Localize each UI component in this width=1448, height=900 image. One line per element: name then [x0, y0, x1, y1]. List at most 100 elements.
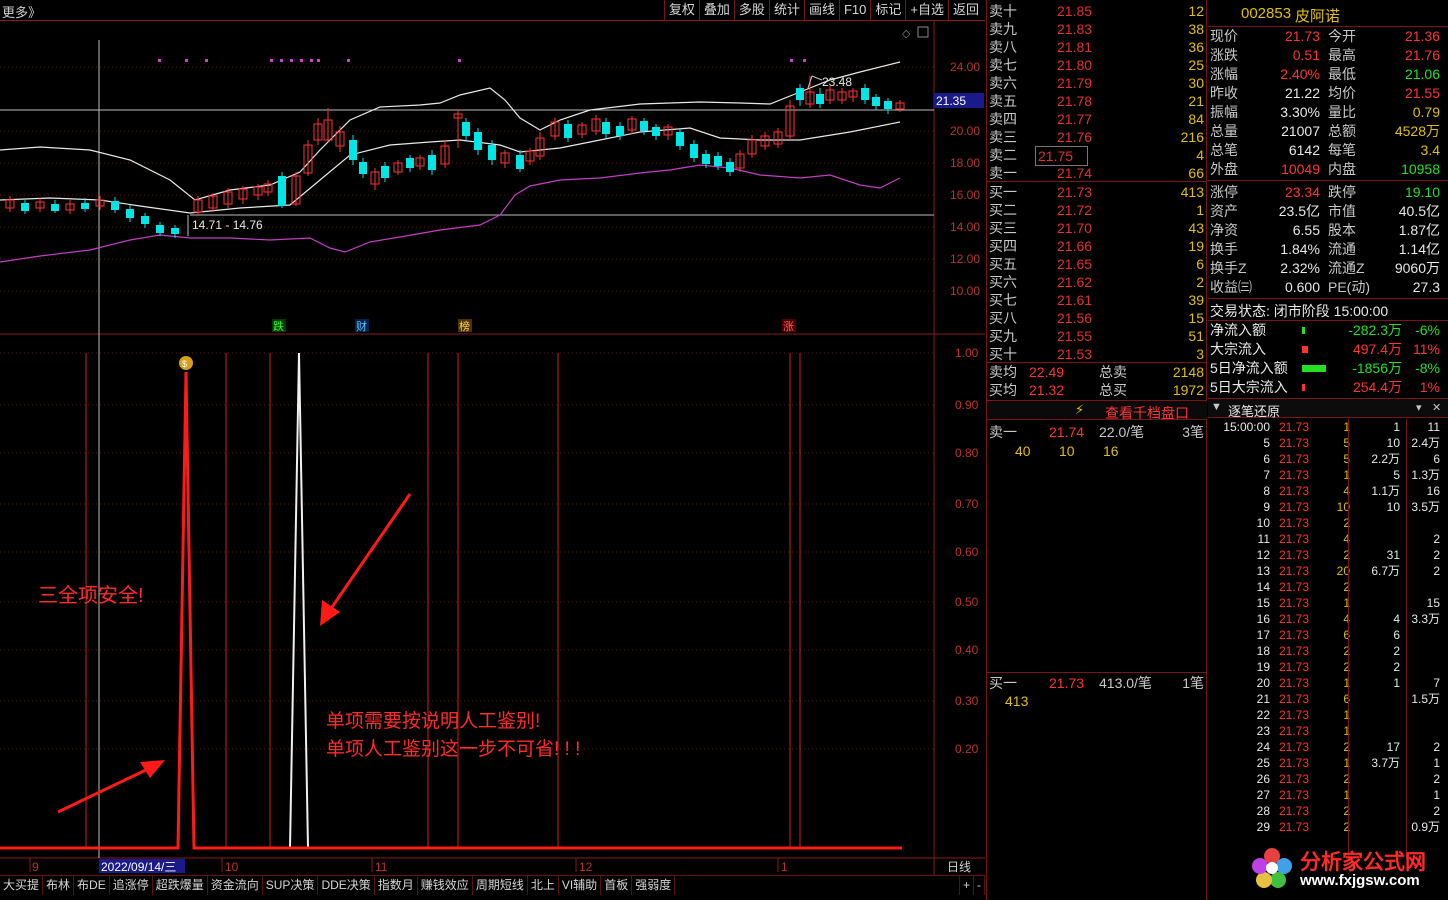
diamond-icon[interactable]: ◇: [902, 28, 911, 40]
flow-bar: [1302, 365, 1326, 372]
quote-value: 0.600: [1284, 279, 1320, 295]
quote-label: 换手: [1210, 241, 1238, 257]
buy-level-row[interactable]: 买九 21.55 51: [987, 327, 1207, 345]
sell-level-row[interactable]: 卖十 21.85 12: [987, 2, 1207, 20]
toolbar-mark-button[interactable]: 标记: [870, 0, 905, 21]
buy-level-row[interactable]: 买十 21.53 3: [987, 345, 1207, 363]
event-marker-fall[interactable]: 跌: [273, 319, 284, 333]
sell-level-row[interactable]: 卖八 21.81 36: [987, 38, 1207, 56]
tick-time: 27: [1256, 788, 1270, 802]
toolbar-back-button[interactable]: 返回: [947, 0, 983, 21]
zoom-in-button[interactable]: +: [958, 876, 974, 895]
quote-value: 23.5亿: [1278, 203, 1320, 219]
annotation-manual-required: 单项人工鉴别这一步不可省! ! !: [326, 738, 580, 760]
level-volume: 1: [1196, 202, 1204, 218]
tick-time: 7: [1263, 468, 1270, 482]
tab-indicator[interactable]: VI辅助: [559, 876, 602, 895]
tab-indicator[interactable]: 大买提: [0, 876, 44, 895]
level-label: 卖五: [989, 93, 1017, 109]
s1-per-order: 22.0/笔: [1099, 424, 1145, 440]
tick-price: 21.73: [1279, 628, 1310, 642]
more-menu[interactable]: 更多》: [2, 2, 41, 21]
event-marker-finance[interactable]: 财: [356, 319, 367, 333]
tab-indicator[interactable]: 超跌爆量: [153, 876, 208, 895]
buy-level-row[interactable]: 买四 21.66 19: [987, 237, 1207, 255]
window-icon[interactable]: [917, 26, 929, 38]
range-label: 14.71 - 14.76: [192, 218, 263, 232]
tab-indicator[interactable]: 强弱度: [632, 876, 676, 895]
tab-indicator[interactable]: 布DE: [74, 876, 110, 895]
quote-label: 今开: [1328, 28, 1356, 44]
toolbar-fuquan-button[interactable]: 复权: [663, 0, 699, 21]
kline-chart-area[interactable]: 24.00 21.35 20.00 18.00 16.00 14.00 12.0…: [0, 21, 985, 878]
sell-level-row[interactable]: 卖二 21.75 4: [987, 146, 1207, 166]
fund-flow-row: 5日大宗流入 254.4万 1%: [1208, 378, 1446, 397]
level-volume: 36: [1188, 39, 1204, 55]
quote-value: 21007: [1281, 123, 1320, 139]
tab-indicator[interactable]: 首板: [601, 876, 633, 895]
ind-tick: 0.30: [955, 694, 979, 708]
tick-row: 14 21.73 2: [1208, 579, 1446, 595]
tab-indicator[interactable]: 资金流向: [208, 876, 263, 895]
collapse-icon[interactable]: ▼: [1211, 401, 1222, 413]
buy-level-row[interactable]: 买六 21.62 2: [987, 273, 1207, 291]
tick-count: 1.1万: [1371, 484, 1400, 498]
tab-indicator[interactable]: DDE决策: [318, 876, 375, 895]
zoom-out-button[interactable]: -: [974, 876, 985, 895]
tab-indicator[interactable]: 北上: [528, 876, 559, 895]
buy-level-row[interactable]: 买一 21.73 413: [987, 183, 1207, 201]
sell-level-row[interactable]: 卖一 21.74 66: [987, 164, 1207, 182]
quote-row: 振幅 3.30% 量比 0.79: [1208, 103, 1446, 122]
buy-level-row[interactable]: 买三 21.70 43: [987, 219, 1207, 237]
sell-level-row[interactable]: 卖三 21.76 216: [987, 128, 1207, 146]
tick-row: 15:00:00 21.73 1 1 11: [1208, 419, 1446, 435]
tab-indicator[interactable]: 周期短线: [473, 876, 528, 895]
close-icon[interactable]: ✕: [1432, 401, 1441, 414]
toolbar-multistock-button[interactable]: 多股: [733, 0, 769, 21]
total-sell-label: 总卖: [1099, 364, 1127, 380]
sell-level-row[interactable]: 卖九 21.83 38: [987, 20, 1207, 38]
buy-level-row[interactable]: 买五 21.65 6: [987, 255, 1207, 273]
buy-level-row[interactable]: 买八 21.56 15: [987, 309, 1207, 327]
sell-level-row[interactable]: 卖七 21.80 25: [987, 56, 1207, 74]
indicator-tabs: 大买提 布林 布DE 追涨停 超跌爆量 资金流向 SUP决策 DDE决策 指数月…: [0, 875, 985, 895]
ind-tick: 0.80: [955, 446, 979, 460]
event-marker-rise[interactable]: 涨: [783, 320, 794, 333]
buy-level-row[interactable]: 买二 21.72 1: [987, 201, 1207, 219]
quote-value: 21.55: [1404, 85, 1440, 101]
avg-sell-label: 卖均: [989, 364, 1017, 380]
svg-text:$: $: [182, 359, 187, 369]
tab-indicator[interactable]: 布林: [43, 876, 75, 895]
toolbar-draw-button[interactable]: 画线: [803, 0, 839, 21]
filter-icon[interactable]: ▾: [1416, 401, 1422, 414]
quote-row: 净资 6.55 股本 1.87亿: [1208, 221, 1446, 240]
level-volume: 12: [1188, 3, 1204, 19]
view-qianding-button[interactable]: 查看千档盘口: [1105, 403, 1189, 423]
tab-indicator[interactable]: SUP决策: [263, 876, 319, 895]
level-volume: 4: [1196, 147, 1204, 163]
event-marker-list[interactable]: 榜: [459, 319, 470, 333]
ind-tick: 1.00: [955, 346, 979, 360]
tab-indicator[interactable]: 追涨停: [110, 876, 153, 895]
tick-count: 4: [1393, 612, 1400, 626]
level-price: 21.66: [1057, 238, 1093, 254]
tick-count: 6: [1393, 628, 1400, 642]
quote-value: 1.87亿: [1398, 222, 1440, 238]
sell-level-row[interactable]: 卖五 21.78 21: [987, 92, 1207, 110]
tick-count: 2: [1433, 772, 1440, 786]
sell-level-row[interactable]: 卖四 21.77 84: [987, 110, 1207, 128]
sell-level-row[interactable]: 卖六 21.79 30: [987, 74, 1207, 92]
toolbar-stats-button[interactable]: 统计: [768, 0, 804, 21]
tab-indicator[interactable]: 指数月: [375, 876, 418, 895]
tab-indicator[interactable]: 赚钱效应: [418, 876, 473, 895]
toolbar-f10-button[interactable]: F10: [838, 0, 870, 21]
quote-row: 换手Z 2.32% 流通Z 9060万: [1208, 259, 1446, 278]
toolbar-overlay-button[interactable]: 叠加: [698, 0, 734, 21]
quote-value: 21.06: [1404, 66, 1440, 82]
current-price-label: 21.35: [936, 94, 966, 108]
period-label[interactable]: 日线: [947, 860, 971, 874]
buy-level-row[interactable]: 买七 21.61 39: [987, 291, 1207, 309]
toolbar-add-watchlist-button[interactable]: +自选: [905, 0, 948, 21]
tick-time: 13: [1256, 564, 1270, 578]
quote-row: 涨跌 0.51 最高 21.76: [1208, 46, 1446, 65]
